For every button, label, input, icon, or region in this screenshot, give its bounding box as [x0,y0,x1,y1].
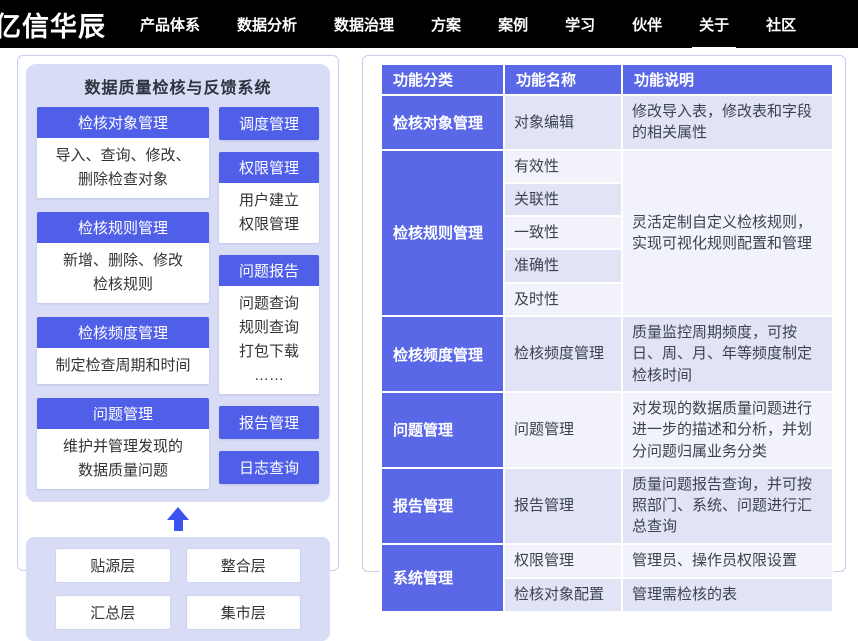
category-cell: 检核规则管理 [381,150,504,316]
table-row: 问题管理 问题管理 对发现的数据质量问题进行进一步的描述和分析，并划分问题归属业… [381,392,833,468]
data-layers-panel: 贴源层 整合层 汇总层 集市层 [26,537,330,641]
diagram-title: 数据质量检核与反馈系统 [37,74,319,98]
brand-logo[interactable]: 亿信华辰 [0,5,116,44]
name-cell: 对象编辑 [504,95,622,150]
name-cell: 检核对象配置 [504,578,622,612]
box-body: 导入、查询、修改、 删除检查对象 [37,138,209,198]
name-cell: 准确性 [504,249,622,282]
nav-item-partners[interactable]: 伙伴 [632,0,662,49]
name-cell: 报告管理 [504,468,622,544]
box-body: 问题查询 规则查询 打包下载 …… [219,286,319,394]
box-header: 检核规则管理 [37,212,209,243]
box-header: 检核对象管理 [37,107,209,138]
table-row: 检核对象管理 对象编辑 修改导入表，修改表和字段的相关属性 [381,95,833,150]
desc-cell: 对发现的数据质量问题进行进一步的描述和分析，并划分问题归属业务分类 [622,392,833,468]
nav-item-community[interactable]: 社区 [766,0,796,49]
table-row: 系统管理 权限管理 管理员、操作员权限设置 [381,544,833,578]
name-cell: 一致性 [504,216,622,249]
page-content: 数据质量检核与反馈系统 检核对象管理 导入、查询、修改、 删除检查对象 检核规则… [0,48,858,572]
nav-item-data-governance[interactable]: 数据治理 [334,0,394,49]
desc-cell: 灵活定制自定义检核规则，实现可视化规则配置和管理 [622,150,833,316]
box-body: 用户建立 权限管理 [219,183,319,243]
category-cell: 报告管理 [381,468,504,544]
name-cell: 权限管理 [504,544,622,578]
nav-item-products[interactable]: 产品体系 [140,0,200,49]
desc-cell: 管理员、操作员权限设置 [622,544,833,578]
diagram-box-issue-mgmt: 问题管理 维护并管理发现的 数据质量问题 [37,398,209,489]
nav-menu: 产品体系 数据分析 数据治理 方案 案例 学习 伙伴 关于 社区 [140,0,796,49]
feature-table-card: 功能分类 功能名称 功能说明 检核对象管理 对象编辑 修改导入表，修改表和字段的… [362,55,846,572]
name-cell: 关联性 [504,183,622,216]
nav-item-learning[interactable]: 学习 [565,0,595,49]
name-cell: 及时性 [504,283,622,316]
diagram-box-schedule: 调度管理 [219,107,319,140]
diagram-box-log-query: 日志查询 [219,451,319,484]
desc-cell: 质量问题报告查询，并可按照部门、系统、问题进行汇总查询 [622,468,833,544]
diagram-box-check-rule: 检核规则管理 新增、删除、修改 检核规则 [37,212,209,303]
header-name: 功能名称 [504,64,622,95]
nav-item-solutions[interactable]: 方案 [431,0,461,49]
desc-cell: 修改导入表，修改表和字段的相关属性 [622,95,833,150]
box-header: 问题管理 [37,398,209,429]
box-header: 问题报告 [219,255,319,286]
name-cell: 问题管理 [504,392,622,468]
table-row: 检核频度管理 检核频度管理 质量监控周期频度，可按日、周、月、年等频度制定检核时… [381,316,833,392]
layer-mart: 集市层 [186,595,302,630]
feature-table: 功能分类 功能名称 功能说明 检核对象管理 对象编辑 修改导入表，修改表和字段的… [380,63,834,613]
diagram-box-check-frequency: 检核频度管理 制定检查周期和时间 [37,317,209,384]
box-body: 制定检查周期和时间 [37,348,209,384]
category-cell: 问题管理 [381,392,504,468]
nav-item-data-analysis[interactable]: 数据分析 [237,0,297,49]
diagram-box-check-object: 检核对象管理 导入、查询、修改、 删除检查对象 [37,107,209,198]
system-diagram-card: 数据质量检核与反馈系统 检核对象管理 导入、查询、修改、 删除检查对象 检核规则… [17,55,339,571]
box-header: 检核频度管理 [37,317,209,348]
box-body: 维护并管理发现的 数据质量问题 [37,429,209,489]
box-body: 新增、删除、修改 检核规则 [37,243,209,303]
diagram-box-issue-report: 问题报告 问题查询 规则查询 打包下载 …… [219,255,319,394]
header-description: 功能说明 [622,64,833,95]
table-row: 报告管理 报告管理 质量问题报告查询，并可按照部门、系统、问题进行汇总查询 [381,468,833,544]
layer-source: 贴源层 [55,548,171,583]
layer-summary: 汇总层 [55,595,171,630]
diagram-box-report-mgmt: 报告管理 [219,406,319,439]
layer-integration: 整合层 [186,548,302,583]
category-cell: 检核频度管理 [381,316,504,392]
category-cell: 检核对象管理 [381,95,504,150]
name-cell: 有效性 [504,150,622,183]
box-header: 权限管理 [219,152,319,183]
table-row: 检核规则管理 有效性 灵活定制自定义检核规则，实现可视化规则配置和管理 [381,150,833,183]
desc-cell: 质量监控周期频度，可按日、周、月、年等频度制定检核时间 [622,316,833,392]
diagram-right-column: 调度管理 权限管理 用户建立 权限管理 问题报告 问题查询 规则查询 打包下载 … [219,107,319,489]
nav-item-cases[interactable]: 案例 [498,0,528,49]
nav-item-about[interactable]: 关于 [699,0,729,49]
name-cell: 检核频度管理 [504,316,622,392]
header-category: 功能分类 [381,64,504,95]
up-arrow-icon [166,507,190,531]
desc-cell: 管理需检核的表 [622,578,833,612]
system-diagram-panel: 数据质量检核与反馈系统 检核对象管理 导入、查询、修改、 删除检查对象 检核规则… [26,64,330,502]
category-cell: 系统管理 [381,544,504,612]
diagram-left-column: 检核对象管理 导入、查询、修改、 删除检查对象 检核规则管理 新增、删除、修改 … [37,107,209,489]
top-navigation: 亿信华辰 产品体系 数据分析 数据治理 方案 案例 学习 伙伴 关于 社区 [0,0,858,48]
table-header-row: 功能分类 功能名称 功能说明 [381,64,833,95]
diagram-box-permission: 权限管理 用户建立 权限管理 [219,152,319,243]
